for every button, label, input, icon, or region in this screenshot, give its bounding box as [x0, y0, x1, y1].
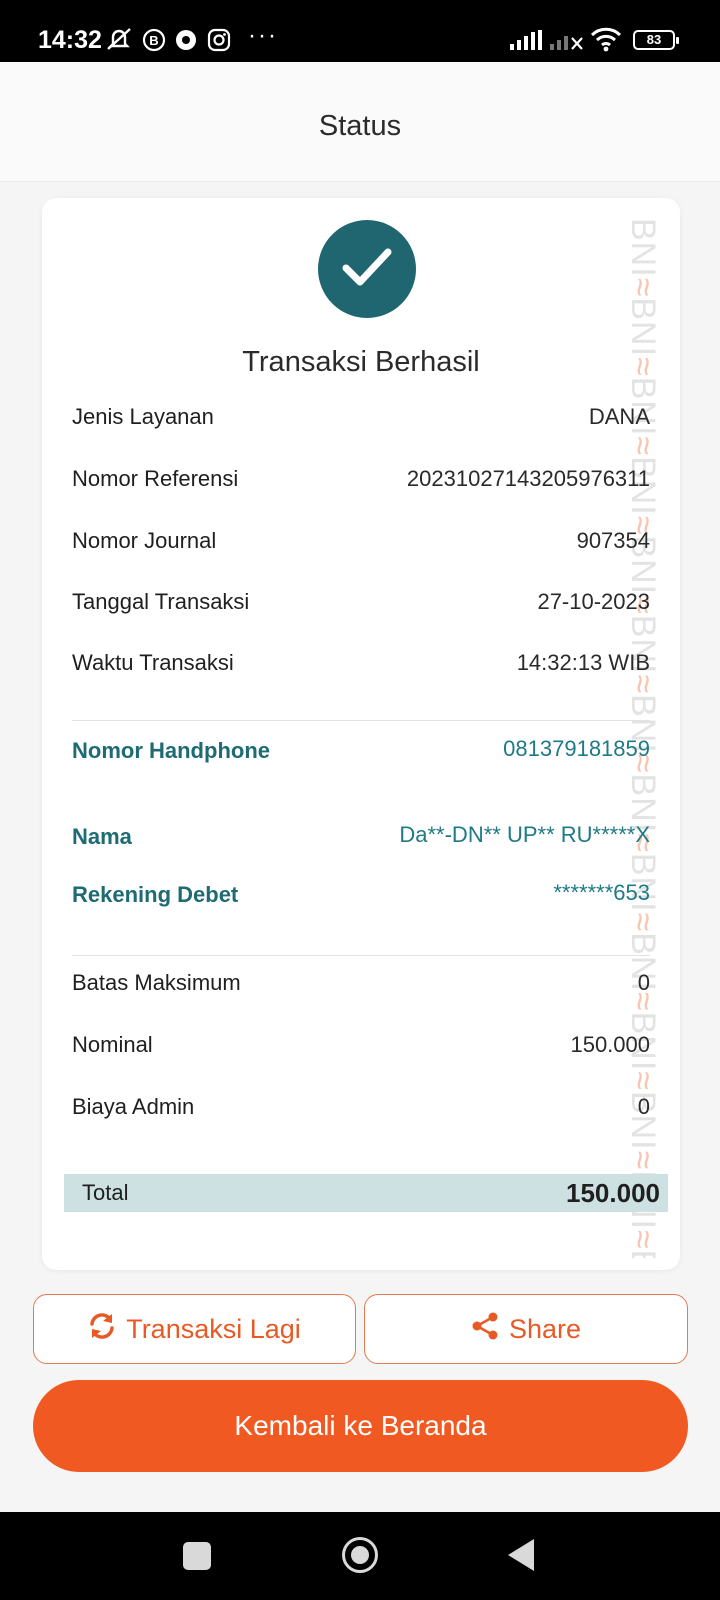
- clock: 14:32: [38, 26, 102, 54]
- detail-label: Waktu Transaksi: [72, 650, 234, 675]
- amount-value: 0: [637, 1094, 650, 1119]
- page-title: Status: [318, 110, 402, 142]
- more-notifications-icon: ···: [248, 22, 278, 49]
- receipt-card: BNI≈BNI≈BNI≈BNI≈BNI≈BNI≈BNI≈BNI≈BNI≈BNI≈…: [42, 198, 680, 1270]
- amount-label: Batas Maksimum: [72, 970, 241, 995]
- system-nav-bar: [0, 1512, 720, 1600]
- account-label: Rekening Debet: [72, 882, 239, 907]
- success-check-icon: [318, 220, 416, 318]
- share-button[interactable]: Share: [364, 1294, 688, 1364]
- amount-value: 0: [637, 970, 650, 995]
- account-value: *******653: [553, 880, 650, 905]
- detail-label: Jenis Layanan: [72, 404, 214, 429]
- account-label: Nomor Handphone: [72, 738, 270, 763]
- instagram-icon: [207, 28, 231, 57]
- refresh-icon: [88, 1312, 116, 1347]
- detail-value: 907354: [576, 528, 650, 553]
- account-label: Nama: [72, 824, 132, 849]
- wifi-icon: [590, 26, 622, 57]
- svg-text:B: B: [149, 33, 158, 48]
- notifications-muted-icon: [104, 26, 134, 57]
- amount-value: 150.000: [570, 1032, 650, 1057]
- recent-apps-icon[interactable]: [183, 1542, 211, 1570]
- detail-value: 14:32:13 WIB: [516, 650, 650, 675]
- location-app-icon: [174, 28, 198, 57]
- share-label: Share: [508, 1313, 582, 1344]
- amount-label: Nominal: [72, 1032, 153, 1057]
- total-row: Total 150.000: [64, 1174, 668, 1212]
- repeat-transaction-label: Transaksi Lagi: [126, 1313, 301, 1344]
- back-to-home-button[interactable]: Kembali ke Beranda: [33, 1380, 688, 1472]
- divider: [72, 720, 650, 721]
- page-header: Status: [0, 62, 720, 182]
- b-app-icon: B: [142, 28, 166, 57]
- repeat-transaction-button[interactable]: Transaksi Lagi: [33, 1294, 356, 1364]
- detail-value: 20231027143205976311: [406, 466, 650, 491]
- status-bar: 14:32 B ··· 83: [0, 0, 720, 62]
- divider: [72, 955, 650, 956]
- detail-value: DANA: [588, 404, 650, 429]
- signal-icon: [510, 30, 542, 55]
- account-value: Da**-DN** UP** RU*****X: [399, 822, 650, 847]
- account-value: 081379181859: [503, 736, 650, 761]
- total-label: Total: [82, 1180, 129, 1205]
- back-icon[interactable]: [508, 1539, 534, 1571]
- amount-label: Biaya Admin: [72, 1094, 195, 1119]
- detail-value: 27-10-2023: [537, 589, 650, 614]
- back-to-home-label: Kembali ke Beranda: [234, 1410, 487, 1441]
- share-icon: [471, 1312, 499, 1347]
- signal-no-sim-icon: [550, 30, 584, 55]
- detail-label: Nomor Journal: [72, 528, 217, 553]
- battery-indicator: 83: [633, 30, 679, 50]
- detail-label: Tanggal Transaksi: [72, 589, 250, 614]
- home-icon[interactable]: [342, 1537, 378, 1573]
- detail-label: Nomor Referensi: [72, 466, 239, 491]
- total-value: 150.000: [566, 1178, 660, 1208]
- success-title: Transaksi Berhasil: [242, 346, 480, 378]
